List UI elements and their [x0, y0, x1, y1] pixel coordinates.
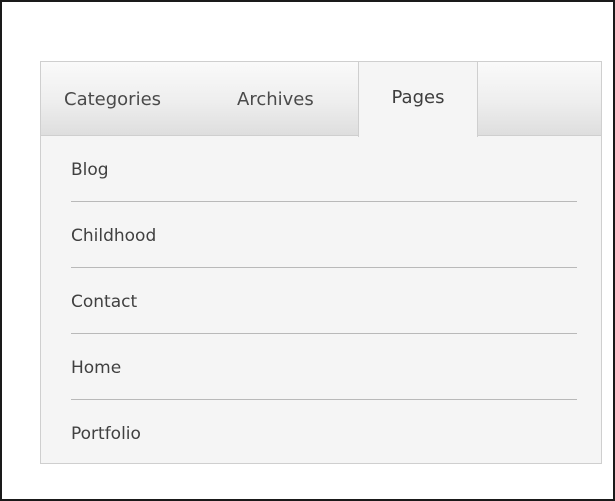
page-link-home[interactable]: Home [71, 334, 577, 400]
page-link-contact[interactable]: Contact [71, 268, 577, 334]
page-link-blog[interactable]: Blog [71, 136, 577, 202]
page-link-childhood[interactable]: Childhood [71, 202, 577, 268]
screenshot-frame: Categories Archives Pages Blog Childhood… [0, 0, 615, 501]
tab-bar: Categories Archives Pages [41, 62, 601, 137]
page-link-portfolio[interactable]: Portfolio [71, 400, 577, 465]
tabbed-widget: Categories Archives Pages Blog Childhood… [40, 61, 602, 464]
tab-archives[interactable]: Archives [237, 62, 314, 135]
pages-list: Blog Childhood Contact Home Portfolio [71, 136, 577, 465]
tab-pages[interactable]: Pages [358, 62, 478, 137]
tab-categories[interactable]: Categories [64, 62, 161, 135]
